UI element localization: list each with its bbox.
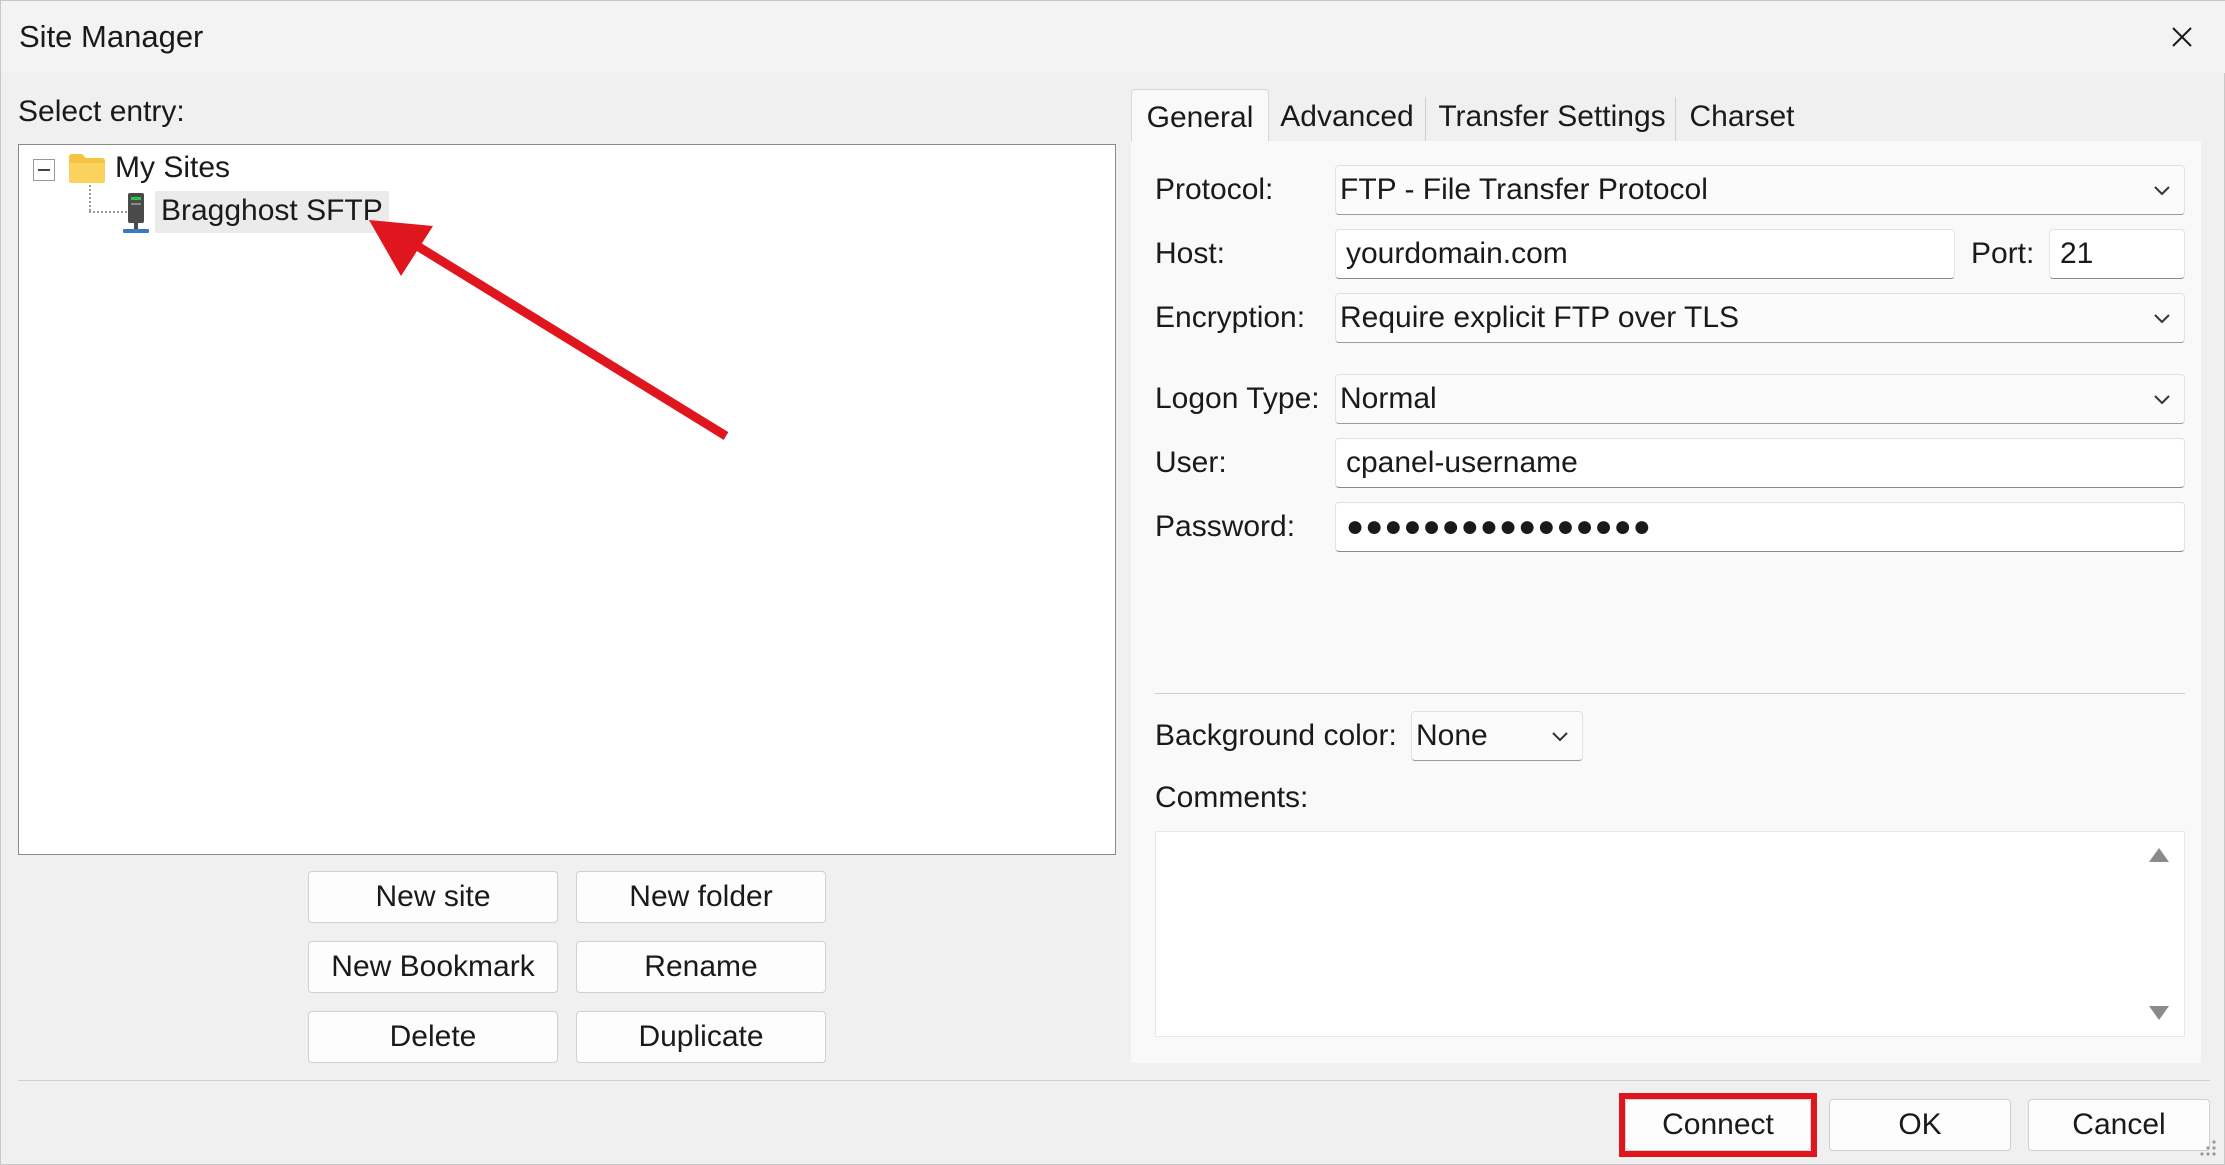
logon-type-label: Logon Type: [1155,382,1320,415]
background-color-label: Background color: [1155,719,1397,752]
select-entry-label: Select entry: [18,95,185,128]
logon-type-select[interactable]: Normal [1335,374,2185,424]
comments-label: Comments: [1155,781,1309,814]
comments-textarea[interactable] [1155,831,2185,1037]
tab-separator [1675,97,1676,141]
logon-type-value: Normal [1340,382,1437,415]
folder-icon [69,154,105,183]
tab-transfer-settings[interactable]: Transfer Settings [1429,89,1675,145]
new-site-button[interactable]: New site [308,871,558,923]
background-color-value: None [1416,719,1488,752]
new-folder-button[interactable]: New folder [576,871,826,923]
user-input[interactable]: cpanel-username [1335,438,2185,488]
encryption-value: Require explicit FTP over TLS [1340,301,1740,334]
encryption-select[interactable]: Require explicit FTP over TLS [1335,293,2185,343]
annotation-highlight-box [1619,1093,1817,1157]
collapse-toggle[interactable] [33,159,55,181]
duplicate-button[interactable]: Duplicate [576,1011,826,1063]
scroll-down-icon[interactable] [2148,1004,2170,1022]
resize-grip-icon[interactable] [2198,1138,2218,1158]
port-input[interactable]: 21 [2049,229,2185,279]
tab-separator [1425,97,1426,141]
protocol-select[interactable]: FTP - File Transfer Protocol [1335,165,2185,215]
chevron-down-icon [2154,314,2170,324]
password-input[interactable]: ●●●●●●●●●●●●●●●● [1335,502,2185,552]
title-bar: Site Manager [1,1,2225,73]
tree-item-bragghost-sftp[interactable]: Bragghost SFTP [155,191,389,233]
protocol-value: FTP - File Transfer Protocol [1340,173,1708,206]
window-title: Site Manager [19,19,204,54]
tab-general[interactable]: General [1131,89,1269,145]
cancel-button[interactable]: Cancel [2028,1099,2210,1151]
chevron-down-icon [1552,732,1568,742]
host-input[interactable]: yourdomain.com [1335,229,1955,279]
tree-connector [89,185,91,211]
host-label: Host: [1155,237,1226,270]
background-color-select[interactable]: None [1411,711,1583,761]
rename-button[interactable]: Rename [576,941,826,993]
user-label: User: [1155,446,1227,479]
delete-button[interactable]: Delete [308,1011,558,1063]
tab-advanced[interactable]: Advanced [1273,89,1421,145]
server-icon [123,193,149,233]
encryption-label: Encryption: [1155,301,1306,334]
protocol-label: Protocol: [1155,173,1274,206]
section-divider [1155,693,2185,694]
close-icon [2172,27,2192,47]
site-manager-window: Site Manager Select entry: My Sites Brag… [0,0,2225,1165]
annotation-arrow [369,220,729,440]
tree-item-my-sites[interactable]: My Sites [115,151,230,185]
close-button[interactable] [2154,11,2210,63]
scroll-up-icon[interactable] [2148,846,2170,864]
password-label: Password: [1155,510,1296,543]
footer-divider [18,1080,2210,1081]
port-label: Port: [1971,237,2035,270]
new-bookmark-button[interactable]: New Bookmark [308,941,558,993]
ok-button[interactable]: OK [1829,1099,2011,1151]
chevron-down-icon [2154,186,2170,196]
chevron-down-icon [2154,395,2170,405]
tab-charset[interactable]: Charset [1679,89,1805,145]
